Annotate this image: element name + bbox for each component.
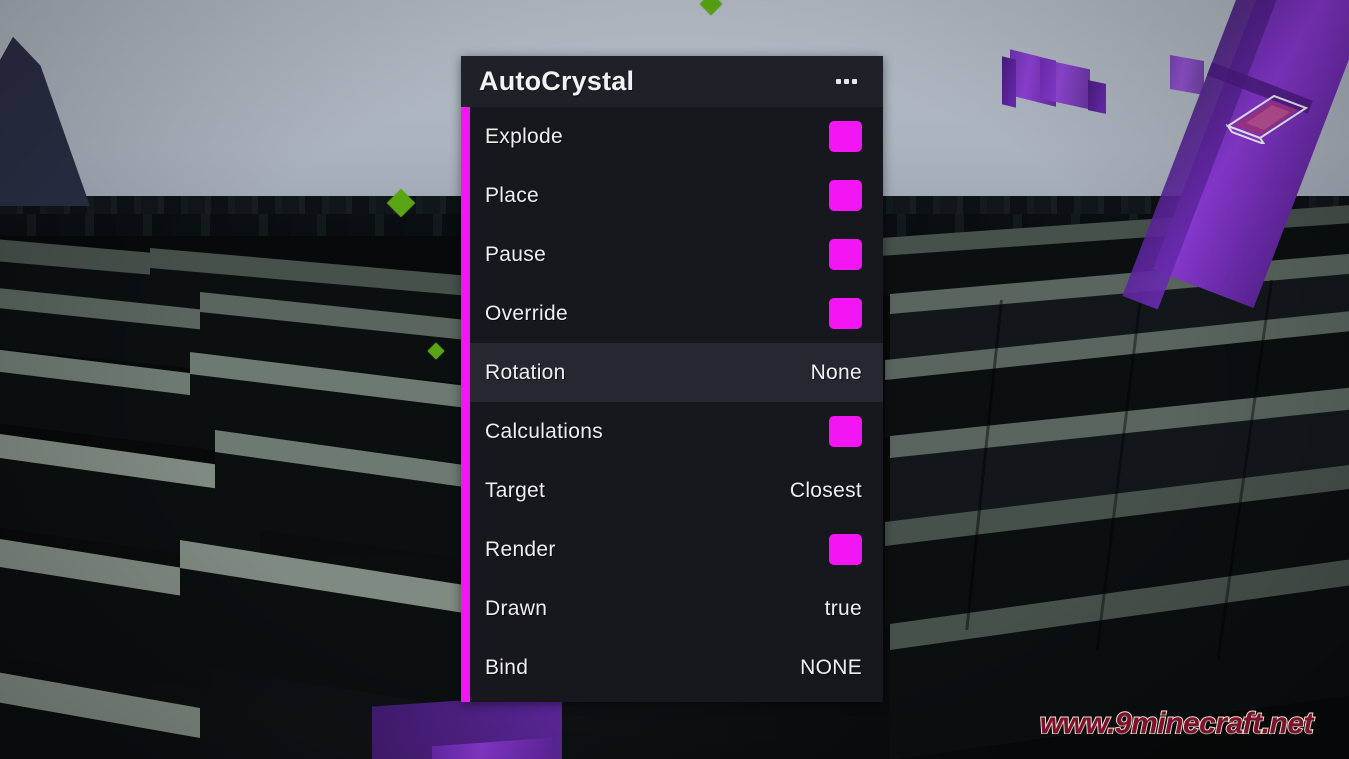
- purple-shard: [1002, 56, 1016, 108]
- ellipsis-dot: [844, 79, 849, 84]
- settings-list: Explode Place Pause Override Rotation None Cal…: [461, 107, 883, 697]
- setting-label: Target: [485, 478, 546, 502]
- setting-row-override[interactable]: Override: [461, 284, 883, 343]
- screenshot-root: AutoCrystal Explode Place Pause Override Rot…: [0, 0, 1349, 759]
- panel-header[interactable]: AutoCrystal: [461, 56, 883, 107]
- setting-label: Render: [485, 537, 556, 561]
- setting-label: Override: [485, 301, 568, 325]
- setting-row-drawn[interactable]: Drawn true: [461, 579, 883, 638]
- block-selection-wireframe: [1224, 92, 1310, 144]
- toggle-swatch[interactable]: [829, 239, 862, 270]
- panel-title: AutoCrystal: [479, 66, 635, 96]
- toggle-swatch[interactable]: [829, 298, 862, 329]
- setting-value[interactable]: true: [825, 597, 862, 621]
- toggle-swatch[interactable]: [829, 180, 862, 211]
- setting-row-pause[interactable]: Pause: [461, 225, 883, 284]
- ellipsis-dot: [852, 79, 857, 84]
- setting-row-target[interactable]: Target Closest: [461, 461, 883, 520]
- ellipsis-dot: [836, 79, 841, 84]
- setting-row-bind[interactable]: Bind NONE: [461, 638, 883, 697]
- setting-label: Calculations: [485, 419, 603, 443]
- setting-row-place[interactable]: Place: [461, 166, 883, 225]
- setting-value[interactable]: Closest: [790, 479, 862, 503]
- setting-label: Explode: [485, 124, 563, 148]
- setting-value[interactable]: NONE: [800, 656, 862, 680]
- setting-label: Rotation: [485, 360, 566, 384]
- setting-value[interactable]: None: [811, 361, 862, 385]
- autocrystal-module-panel[interactable]: AutoCrystal Explode Place Pause Override Rot…: [461, 56, 883, 702]
- toggle-swatch[interactable]: [829, 534, 862, 565]
- setting-row-render[interactable]: Render: [461, 520, 883, 579]
- toggle-swatch[interactable]: [829, 121, 862, 152]
- setting-row-explode[interactable]: Explode: [461, 107, 883, 166]
- ellipsis-icon[interactable]: [834, 73, 859, 90]
- watermark: www.9minecraft.net: [1039, 706, 1315, 741]
- setting-label: Pause: [485, 242, 547, 266]
- panel-body: Explode Place Pause Override Rotation None Cal…: [461, 107, 883, 702]
- setting-row-calculations[interactable]: Calculations: [461, 402, 883, 461]
- setting-label: Place: [485, 183, 540, 207]
- accent-bar: [461, 107, 470, 702]
- toggle-swatch[interactable]: [829, 416, 862, 447]
- purple-shard: [1088, 80, 1106, 114]
- purple-shard: [1170, 55, 1204, 95]
- setting-row-rotation[interactable]: Rotation None: [461, 343, 883, 402]
- setting-label: Drawn: [485, 596, 548, 620]
- setting-label: Bind: [485, 655, 529, 679]
